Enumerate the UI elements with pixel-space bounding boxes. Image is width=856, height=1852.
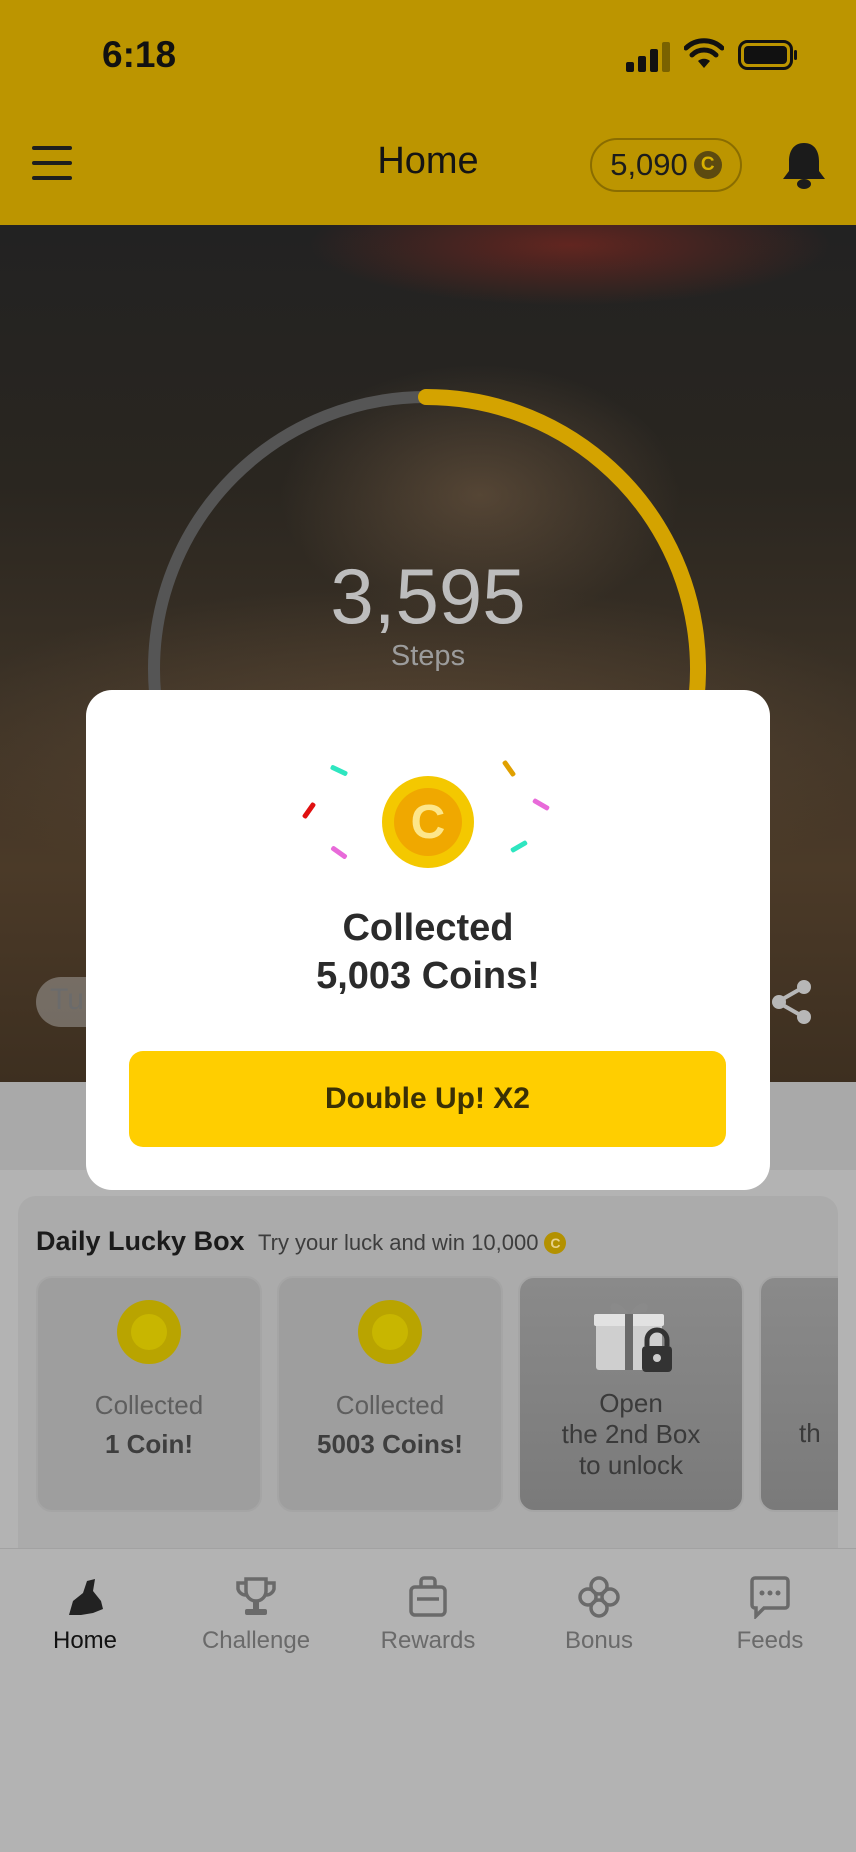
clover-icon	[578, 1576, 620, 1618]
step-count: 3,595	[330, 552, 526, 640]
lucky-box-2[interactable]: Collected 5003 Coins!	[277, 1276, 503, 1512]
nav-label: Challenge	[201, 1627, 311, 1654]
confetti-piece	[501, 759, 517, 778]
cellular-signal-icon	[626, 42, 670, 72]
lucky-box-title: Daily Lucky Box	[36, 1226, 245, 1256]
nav-rewards[interactable]: Rewards	[348, 1575, 508, 1655]
lucky-box-subtitle-text: Try your luck and win 10,000	[258, 1230, 539, 1255]
shopping-bag-icon	[409, 1576, 447, 1617]
bottom-navigation: Home Challenge Rewards Bonus Feeds	[0, 1548, 856, 1852]
lucky-box-4-locked[interactable]: th t	[759, 1276, 838, 1512]
lucky-box-lock-line2: th	[799, 1418, 821, 1448]
confetti-piece	[330, 845, 348, 860]
nav-label: Home	[52, 1627, 118, 1654]
locked-gift-icon	[594, 1303, 672, 1372]
shoe-icon	[69, 1579, 103, 1615]
lucky-box-lock-line3: t	[799, 1449, 838, 1480]
lucky-box-subtitle: Try your luck and win 10,000 C	[258, 1230, 567, 1256]
trophy-icon	[236, 1577, 276, 1615]
nav-label: Feeds	[736, 1627, 804, 1654]
coin-icon	[358, 1300, 422, 1364]
dialog-title-line1: Collected	[342, 907, 514, 949]
top-app-bar: 6:18 Home 5,090 C	[0, 0, 856, 225]
confetti-piece	[329, 764, 349, 777]
lucky-box-status: Collected	[94, 1390, 204, 1420]
confetti-piece	[531, 797, 551, 812]
nav-home[interactable]: Home	[5, 1575, 165, 1655]
double-up-button[interactable]: Double Up! X2	[129, 1051, 726, 1147]
lucky-box-status: Collected	[335, 1390, 445, 1420]
wifi-icon	[684, 38, 724, 68]
coin-glyph: C	[394, 788, 462, 856]
coin-icon: C	[693, 151, 722, 179]
lucky-box-reward: 1 Coin!	[104, 1429, 194, 1459]
lucky-box-3-locked[interactable]: Open the 2nd Box to unlock	[518, 1276, 744, 1512]
step-count-label: Steps	[390, 640, 466, 672]
coin-icon	[117, 1300, 181, 1364]
dialog-title: Collected 5,003 Coins!	[86, 904, 770, 1000]
lucky-box-lock-line3: to unlock	[578, 1450, 684, 1480]
confetti-piece	[301, 801, 317, 820]
nav-label: Rewards	[380, 1627, 476, 1654]
notification-bell-icon[interactable]	[780, 140, 828, 190]
confetti-piece	[509, 839, 529, 854]
battery-icon	[738, 40, 797, 70]
coins-collected-dialog: C Collected 5,003 Coins! Double Up! X2	[86, 690, 770, 1190]
lucky-box-reward: 5003 Coins!	[317, 1429, 463, 1459]
coin-icon: C	[382, 776, 474, 868]
nav-feeds[interactable]: Feeds	[690, 1575, 850, 1655]
lucky-box-lock-line2: the 2nd Box	[561, 1419, 701, 1449]
coin-balance-pill[interactable]: 5,090 C	[590, 138, 742, 192]
lucky-box-1[interactable]: Collected 1 Coin!	[36, 1276, 262, 1512]
chat-bubble-icon	[750, 1576, 790, 1619]
lucky-box-lock-line1: Open	[599, 1388, 663, 1418]
nav-challenge[interactable]: Challenge	[176, 1575, 336, 1655]
status-time: 6:18	[102, 34, 177, 75]
daily-lucky-box-card: Daily Lucky Box Try your luck and win 10…	[18, 1196, 838, 1600]
coin-balance-value: 5,090	[610, 147, 688, 182]
coin-icon: C	[544, 1232, 567, 1254]
share-icon[interactable]	[770, 978, 814, 1026]
nav-bonus[interactable]: Bonus	[519, 1575, 679, 1655]
nav-label: Bonus	[564, 1627, 634, 1654]
dialog-title-line2: 5,003 Coins!	[316, 955, 540, 997]
